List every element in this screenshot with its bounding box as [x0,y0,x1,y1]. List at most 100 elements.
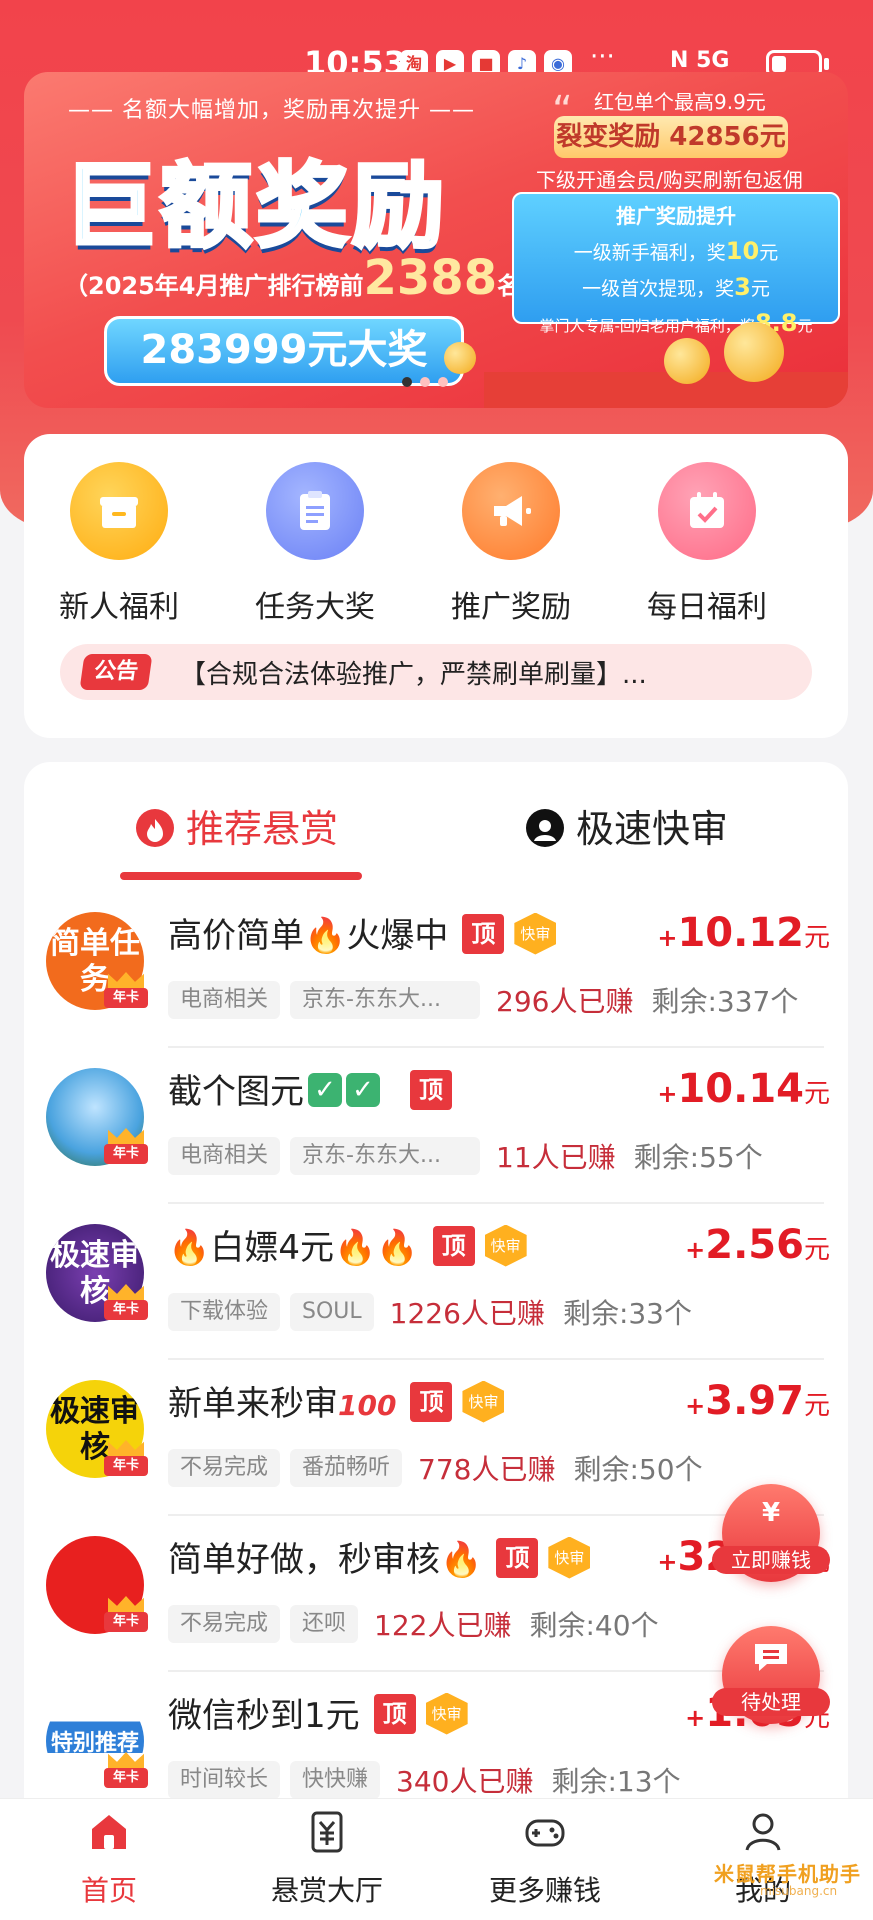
announcement-bar[interactable]: 公告 【合规合法体验推广，严禁刷单刷量】... [60,644,812,700]
quick-menu-card: 新人福利 任务大奖 推广奖励 每日福利 公告 【合规合法体验推广，严禁刷单刷量】… [24,434,848,738]
task-tag: 下载体验 [168,1293,281,1331]
clipboard-icon [266,462,364,560]
promo-line-3-prefix: 掌门人专属-回归老用户福利，奖 [539,317,755,335]
banner-dot-active[interactable] [402,377,412,387]
task-tag: 京东-东东大... [290,1137,481,1175]
task-title: 微信秒到1元顶快审 [168,1688,468,1739]
top-badge: 顶 [373,1693,416,1734]
tab-recommended-label: 推荐悬赏 [186,807,339,851]
menu-label: 推广奖励 [451,590,571,625]
banner-hongbao-text: 红包单个最高9.9元 [594,90,766,114]
earned-count: 11人已赚 [496,1141,616,1174]
task-row[interactable]: 简单任务 年卡 高价简单🔥火爆中顶快审 +10.12元 电商相关 京东-东东大..… [24,892,848,1048]
year-card-label: 年卡 [104,1144,148,1164]
year-card-label: 年卡 [104,1300,148,1320]
task-reward: +2.56元 [685,1222,830,1268]
reward-amount: 2.56 [705,1222,804,1268]
menu-item-promo-reward[interactable]: 推广奖励 [416,462,606,626]
year-card-crown-icon: 年卡 [104,1284,148,1324]
task-title-text: 截个图元 [168,1072,304,1112]
banner-dot[interactable] [438,377,448,387]
earn-now-floating-button[interactable]: ¥ 立即赚钱 [712,1484,830,1582]
task-tag: 还呗 [290,1605,359,1643]
top-badge: 顶 [462,913,505,954]
earned-label: 已赚 [499,1453,556,1486]
rank-prefix: （2025年4月推广排行榜前 [64,272,364,300]
task-reward: +10.14元 [657,1066,830,1112]
fire-emoji-icon: 🔥 [440,1540,483,1580]
coin-decoration [444,342,476,374]
nav-home[interactable]: 首页 [34,1809,184,1909]
earned-label: 已赚 [488,1297,545,1330]
yuan-icon: ¥ [761,1498,781,1528]
task-title-text: 白嫖4元 [210,1228,334,1268]
fast-review-badge: 快审 [462,1380,505,1423]
remaining-count: 剩余:33个 [562,1297,693,1330]
earned-number: 340人 [396,1765,478,1798]
reward-amount: 10.12 [677,910,804,956]
yuan-tag-icon [252,1809,402,1855]
pending-label: 待处理 [712,1688,830,1716]
reward-unit: 元 [803,1079,830,1109]
task-meta: 时间较长 快快赚 340人已赚 剩余:13个 [168,1760,681,1800]
task-meta: 电商相关 京东-东东大... 11人已赚 剩余:55个 [168,1136,763,1176]
rank-number: 2388 [363,250,498,306]
reward-unit: 元 [803,923,830,953]
remaining-count: 剩余:40个 [529,1609,659,1642]
remaining-count: 剩余:55个 [633,1141,763,1174]
reward-plus: + [685,1392,706,1420]
year-card-crown-icon: 年卡 [104,972,148,1012]
task-row[interactable]: 极速审核 年卡 新单来秒审100 顶快审 +3.97元 不易完成 番茄畅听 778人已… [24,1360,848,1516]
reward-unit: 元 [803,1391,830,1421]
reward-plus: + [685,1236,706,1264]
task-title-suffix: 火爆中 [346,916,449,956]
tab-fast-review[interactable]: 极速快审 [526,802,728,856]
reward-plus: + [657,1548,678,1576]
year-card-label: 年卡 [104,988,148,1008]
menu-item-daily-welfare[interactable]: 每日福利 [612,462,802,626]
earned-count: 296人已赚 [496,985,633,1018]
coin-decoration [664,338,710,384]
task-row[interactable]: 年卡 截个图元 ✓ ✓ 顶 +10.14元 电商相关 京东-东东大... 11人已赚 剩余:… [24,1048,848,1204]
hundred-points-icon: 100 [338,1389,397,1422]
status-overflow-icon: ··· [590,42,615,72]
banner-rebate-text: 下级开通会员/购买刷新包返佣 [536,168,803,192]
nav-more-earning[interactable]: 更多赚钱 [470,1809,620,1909]
top-badge: 顶 [496,1537,539,1578]
nav-home-label: 首页 [80,1874,137,1907]
announcement-tag: 公告 [79,654,153,690]
earned-number: 11人 [496,1141,560,1174]
task-tag: SOUL [290,1293,374,1331]
task-tag: 京东-东东大... [290,981,481,1019]
pending-floating-button[interactable]: 待处理 [712,1626,830,1724]
top-badge: 顶 [410,1069,452,1110]
menu-item-task-prize[interactable]: 任务大奖 [220,462,410,626]
nav-reward-hall[interactable]: 悬赏大厅 [252,1809,402,1909]
task-title: 高价简单🔥火爆中顶快审 [168,908,557,959]
reward-unit: 元 [803,1235,830,1265]
task-meta: 电商相关 京东-东东大... 296人已赚 剩余:337个 [168,980,798,1020]
banner-headline: 巨额奖励 [62,151,449,262]
reward-plus: + [657,924,678,952]
task-title-text: 简单好做，秒审核 [168,1540,440,1580]
task-tag: 电商相关 [168,981,281,1019]
task-row[interactable]: 极速审核 年卡 🔥白嫖4元🔥🔥 顶快审 +2.56元 下载体验 SOUL 1226人已… [24,1204,848,1360]
calendar-check-icon [658,462,756,560]
megaphone-icon [462,462,560,560]
banner-dot[interactable] [420,377,430,387]
earned-label: 已赚 [577,985,634,1018]
task-meta: 下载体验 SOUL 1226人已赚 剩余:33个 [168,1292,692,1332]
fast-review-badge: 快审 [484,1224,527,1267]
year-card-crown-icon: 年卡 [104,1752,148,1792]
reward-plus: + [657,1080,678,1108]
promo-line-1-suffix: 元 [759,242,779,264]
tab-recommended[interactable]: 推荐悬赏 [136,802,338,856]
banner-subtitle: —— 名额大幅增加，奖励再次提升 —— [68,98,475,123]
remaining-count: 剩余:13个 [551,1765,681,1798]
earned-label: 已赚 [455,1609,512,1642]
menu-item-new-user-welfare[interactable]: 新人福利 [24,462,214,626]
watermark-text: 米鼠帮手机助手 [714,1862,861,1886]
flame-icon [136,808,174,847]
task-tag: 不易完成 [168,1449,281,1487]
promo-banner[interactable]: —— 名额大幅增加，奖励再次提升 —— 巨额奖励 （2025年4月推广排行榜前2… [24,72,848,408]
